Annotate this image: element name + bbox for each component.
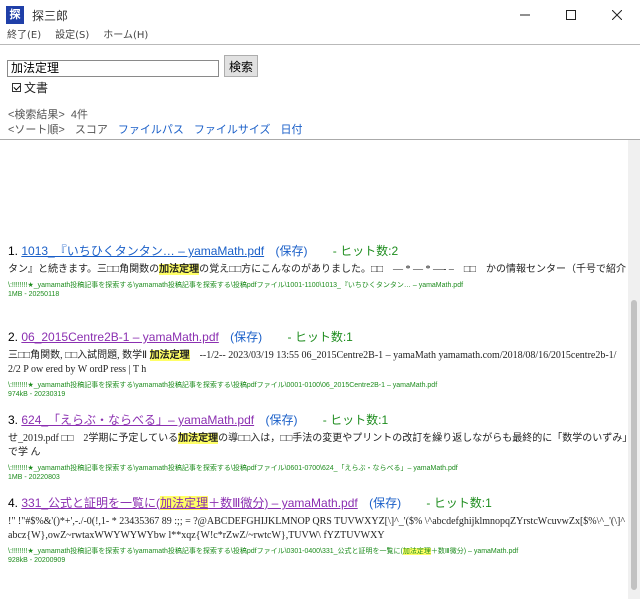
minimize-icon xyxy=(520,14,530,16)
result-title-link[interactable]: 06_2015Centre2B-1 – yamaMath.pdf xyxy=(21,330,218,344)
result-snippet: 三□□角関数, □□入試問題, 数学Ⅱ 加法定理 --1/2-- 2023/03… xyxy=(8,349,628,377)
result-path: \:!!!!!!!!★_yamamath投稿記事を探索する\yamamath投稿… xyxy=(8,546,628,556)
save-link[interactable]: (保存) xyxy=(230,330,262,344)
result-count: 4件 xyxy=(70,109,89,121)
maximize-icon xyxy=(566,10,576,20)
window-controls xyxy=(502,0,640,30)
app-icon: 探 xyxy=(6,6,24,24)
menu-home[interactable]: ホーム(H) xyxy=(96,29,155,44)
result-number: 4. xyxy=(8,496,19,510)
save-link[interactable]: (保存) xyxy=(369,496,401,510)
sort-by-path-link[interactable]: ファイルパス xyxy=(118,121,184,137)
doc-filter[interactable]: 文書 xyxy=(12,79,48,96)
scroll-thumb[interactable] xyxy=(631,300,637,590)
sort-score: スコア xyxy=(74,124,108,136)
result-number: 3. xyxy=(8,413,19,427)
snippet-text: 三□□角関数, □□入試問題, 数学Ⅱ xyxy=(8,350,150,361)
result-summary-label: <検索結果> xyxy=(8,109,65,121)
menu-exit[interactable]: 終了(E) xyxy=(0,29,48,44)
path-text: ＋数Ⅲ微分) – yamaMath.pdf xyxy=(430,548,519,555)
maximize-button[interactable] xyxy=(548,0,594,30)
hit-count: - ヒット数:2 xyxy=(332,244,399,258)
close-button[interactable] xyxy=(594,0,640,30)
snippet-text: の覚え□□方にこんなのがありました。□□ — * — * —‐ – □□ かの情… xyxy=(199,264,626,275)
menu-settings[interactable]: 設定(S) xyxy=(48,29,96,44)
result-item: 1. 1013_『いちひくタンタン… – yamaMath.pdf (保存) -… xyxy=(8,242,628,298)
results-scrollbar[interactable] xyxy=(628,140,640,599)
hit-count: - ヒット数:1 xyxy=(426,496,492,510)
result-number: 2. xyxy=(8,330,19,344)
result-title-link[interactable]: 624_「えらぶ・ならべる」– yamaMath.pdf xyxy=(21,413,254,427)
snippet-highlight: 加法定理 xyxy=(178,433,219,444)
result-number: 1. xyxy=(8,244,19,258)
snippet-highlight: 加法定理 xyxy=(149,350,190,361)
result-meta: 1MB - 20220803 xyxy=(8,474,60,481)
result-title-link[interactable]: 331_公式と証明を一覧に(加法定理＋数Ⅲ微分) – yamaMath.pdf xyxy=(21,496,358,510)
result-path: \:!!!!!!!!★_yamamath投稿記事を探索する\yamamath投稿… xyxy=(8,382,438,389)
save-link[interactable]: (保存) xyxy=(275,244,307,258)
search-button[interactable]: 検索 xyxy=(224,55,258,77)
result-meta: 1MB - 20250118 xyxy=(8,291,60,298)
title-bar: 探 探三郎 xyxy=(0,0,640,30)
result-title-link[interactable]: 1013_『いちひくタンタン… – yamaMath.pdf xyxy=(21,244,264,258)
save-link[interactable]: (保存) xyxy=(265,413,297,427)
title-text: ＋数Ⅲ微分) – yamaMath.pdf xyxy=(208,496,358,510)
result-snippet: タン』と続きます。三□□角関数の加法定理の覚え□□方にこんなのがありました。□□… xyxy=(8,263,628,277)
sort-row: <ソート順> スコア ファイルパス ファイルサイズ 日付 xyxy=(8,121,313,137)
snippet-highlight: 加法定理 xyxy=(159,264,200,275)
doc-checkbox[interactable] xyxy=(12,83,21,92)
menu-bar: 終了(E) 設定(S) ホーム(H) xyxy=(0,29,640,45)
result-meta: 974kB - 20230319 xyxy=(8,391,66,398)
hit-count: - ヒット数:1 xyxy=(322,413,389,427)
sort-by-size-link[interactable]: ファイルサイズ xyxy=(194,121,271,137)
result-item: 3. 624_「えらぶ・ならべる」– yamaMath.pdf (保存) - ヒ… xyxy=(8,411,628,481)
result-path: \:!!!!!!!!★_yamamath投稿記事を探索する\yamamath投稿… xyxy=(8,282,464,289)
results-panel: 1. 1013_『いちひくタンタン… – yamaMath.pdf (保存) -… xyxy=(0,140,628,599)
snippet-text: タン』と続きます。三□□角関数の xyxy=(8,264,160,275)
close-icon xyxy=(612,10,622,20)
doc-checkbox-label: 文書 xyxy=(24,81,49,95)
title-text: 331_公式と証明を一覧に( xyxy=(21,496,161,510)
window-title: 探三郎 xyxy=(32,8,69,23)
path-text: \:!!!!!!!!★_yamamath投稿記事を探索する\yamamath投稿… xyxy=(8,548,403,555)
result-item: 4. 331_公式と証明を一覧に(加法定理＋数Ⅲ微分) – yamaMath.p… xyxy=(8,494,628,564)
search-input[interactable]: 加法定理 xyxy=(7,60,219,77)
result-snippet: !" !"#$%&'()*+',-./-0(!,1- * 23435367 89… xyxy=(8,516,626,541)
minimize-button[interactable] xyxy=(502,0,548,30)
snippet-text: せ_2019.pdf □□ 2学期に予定している xyxy=(8,433,179,444)
path-highlight: 加法定理 xyxy=(402,548,431,555)
result-summary: <検索結果> 4件 xyxy=(8,106,88,122)
result-path: \:!!!!!!!!★_yamamath投稿記事を探索する\yamamath投稿… xyxy=(8,465,458,472)
hit-count: - ヒット数:1 xyxy=(287,330,353,344)
sort-by-date-link[interactable]: 日付 xyxy=(281,121,303,137)
result-meta: 928kB - 20200909 xyxy=(8,557,66,564)
sort-label: <ソート順> xyxy=(8,124,65,136)
result-item: 2. 06_2015Centre2B-1 – yamaMath.pdf (保存)… xyxy=(8,328,628,398)
title-highlight: 加法定理 xyxy=(160,496,209,510)
result-snippet: せ_2019.pdf □□ 2学期に予定している加法定理の導□□入は，□□手法の… xyxy=(8,432,628,460)
